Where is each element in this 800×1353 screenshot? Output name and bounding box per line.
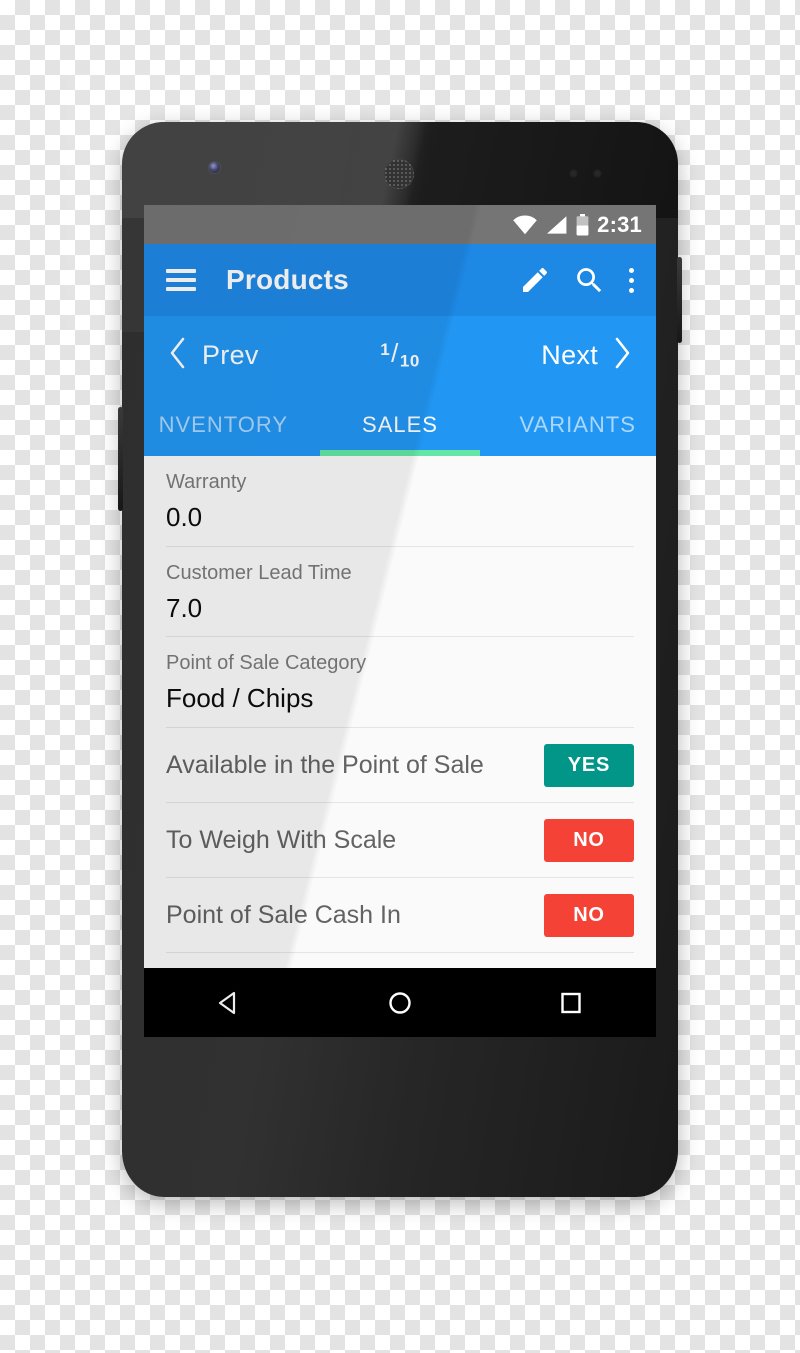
app-bar: Products <box>144 244 656 316</box>
tab-inventory[interactable]: NVENTORY <box>144 394 315 456</box>
field-value: Food / Chips <box>166 683 314 713</box>
wifi-icon <box>512 214 538 235</box>
menu-line-1 <box>166 269 196 273</box>
proximity-sensor-icon <box>569 169 578 178</box>
battery-icon <box>576 213 589 236</box>
tab-sales-label: SALES <box>362 412 438 437</box>
prev-label: Prev <box>202 339 259 370</box>
status-bar-clock: 2:31 <box>597 211 642 237</box>
chevron-left-icon <box>166 336 190 375</box>
chevron-right-icon <box>610 336 634 375</box>
field-row-customer-lead-time[interactable]: Customer Lead Time 7.0 <box>166 547 634 637</box>
toggle-row-pos-cash-out[interactable]: Point of Sale Cash Out NO <box>166 953 634 969</box>
earpiece-speaker-icon <box>384 159 414 189</box>
power-button[interactable] <box>677 257 682 343</box>
page-indicator: 1/10 <box>380 338 420 372</box>
cellular-signal-icon <box>546 215 568 235</box>
field-row-warranty[interactable]: Warranty 0.0 <box>166 456 634 547</box>
field-label: Point of Sale Category <box>166 652 367 674</box>
toggle-row-to-weigh-with-scale[interactable]: To Weigh With Scale NO <box>166 803 634 878</box>
tab-inventory-label: NVENTORY <box>158 412 289 437</box>
field-row-point-of-sale-category[interactable]: Point of Sale Category Food / Chips <box>166 637 634 728</box>
back-triangle-icon[interactable] <box>184 968 274 1037</box>
status-badge[interactable]: NO <box>544 893 634 937</box>
status-badge[interactable]: YES <box>544 743 634 787</box>
edit-pencil-icon[interactable] <box>519 264 551 296</box>
toggle-label: Available in the Point of Sale <box>166 751 484 779</box>
overflow-menu-icon[interactable] <box>628 267 634 293</box>
toggle-label: To Weigh With Scale <box>166 826 397 854</box>
page-title: Products <box>226 264 349 295</box>
phone-top-bezel <box>122 122 678 218</box>
front-camera-icon <box>209 162 220 173</box>
toggle-row-available-in-pos[interactable]: Available in the Point of Sale YES <box>166 728 634 803</box>
status-bar: 2:31 <box>144 205 656 244</box>
tab-variants[interactable]: VARIANTS <box>485 394 656 456</box>
menu-line-2 <box>166 278 196 282</box>
prev-button[interactable]: Prev <box>166 336 259 375</box>
light-sensor-icon <box>593 169 602 178</box>
field-value: 7.0 <box>166 592 203 623</box>
toggle-label: Point of Sale Cash In <box>166 901 401 929</box>
toggle-row-pos-cash-in[interactable]: Point of Sale Cash In NO <box>166 878 634 953</box>
phone-device-frame: 2:31 Products Prev 1/10 Next NVENTORY SA… <box>66 72 790 1197</box>
sales-form-list[interactable]: Warranty 0.0 Customer Lead Time 7.0 Poin… <box>144 456 656 968</box>
search-icon[interactable] <box>573 264 606 297</box>
page-total: 10 <box>399 351 420 371</box>
next-button[interactable]: Next <box>541 336 634 375</box>
home-circle-icon[interactable] <box>355 968 445 1037</box>
tab-sales[interactable]: SALES <box>315 394 486 456</box>
tab-bar: NVENTORY SALES VARIANTS <box>144 394 656 456</box>
overflow-dot-3 <box>628 287 634 293</box>
android-nav-bar <box>144 968 656 1037</box>
hamburger-menu-icon[interactable] <box>166 269 196 291</box>
phone-screen: 2:31 Products Prev 1/10 Next NVENTORY SA… <box>144 205 656 1037</box>
page-separator: / <box>391 338 399 369</box>
recents-square-icon[interactable] <box>526 968 616 1037</box>
tab-variants-label: VARIANTS <box>519 412 636 437</box>
field-value: 0.0 <box>166 502 203 532</box>
next-label: Next <box>541 339 598 370</box>
overflow-dot-2 <box>628 277 634 283</box>
field-label: Warranty <box>166 471 247 493</box>
field-label: Customer Lead Time <box>166 561 352 584</box>
overflow-dot-1 <box>628 267 634 273</box>
volume-button[interactable] <box>118 407 123 511</box>
menu-line-3 <box>166 287 196 291</box>
status-badge[interactable]: NO <box>544 818 634 862</box>
page-current: 1 <box>380 340 391 360</box>
pager-bar: Prev 1/10 Next <box>144 316 656 394</box>
